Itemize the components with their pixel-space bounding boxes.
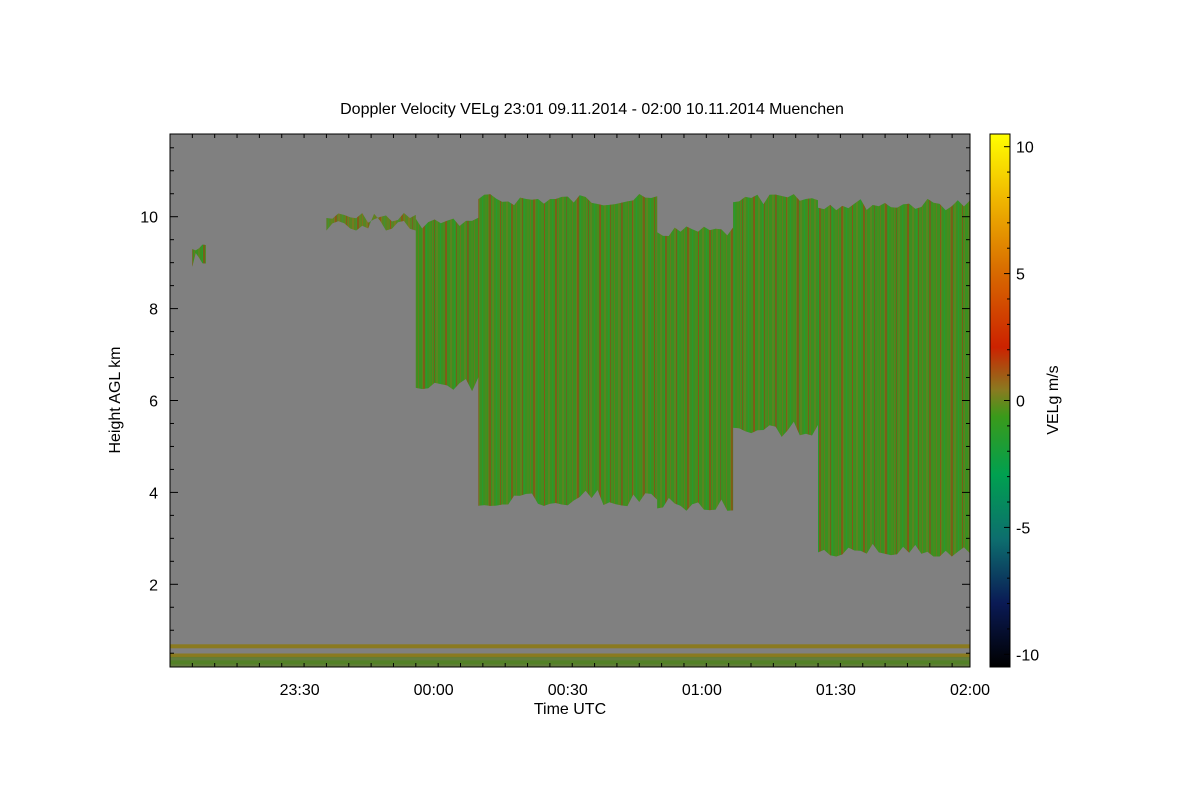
x-axis-label: Time UTC [534,701,606,718]
echo-region-streaks [415,217,479,392]
chart-title: Doppler Velocity VELg 23:01 09.11.2014 -… [340,101,844,118]
colorbar-tick-label: 0 [1016,394,1025,411]
x-tick-label: 00:30 [548,682,588,699]
echo-region-streaks [733,194,818,437]
x-tick-label: 00:00 [414,682,454,699]
y-tick-label: 2 [149,577,158,594]
y-tick-label: 6 [149,394,158,411]
x-tick-label: 23:30 [280,682,320,699]
ground-layer [170,644,970,649]
y-axis-label: Height AGL km [107,346,124,453]
colorbar-tick-label: -5 [1016,520,1030,537]
doppler-velocity-chart: Doppler Velocity VELg 23:01 09.11.2014 -… [107,101,1062,718]
y-tick-label: 4 [149,485,158,502]
colorbar-tick-label: 5 [1016,267,1025,284]
x-tick-label: 01:00 [682,682,722,699]
colorbar-tick-label: -10 [1016,647,1039,664]
y-tick-label: 8 [149,302,158,319]
colorbar-tick-label: 10 [1016,140,1034,157]
chart: Doppler Velocity VELg 23:01 09.11.2014 -… [0,0,1200,800]
colorbar-label: VELg m/s [1045,365,1062,434]
echo-region-streaks [657,226,734,511]
echo-region-streaks [818,198,970,557]
ground-clutter-band [170,656,970,667]
x-tick-label: 01:30 [816,682,856,699]
x-tick-label: 02:00 [950,682,990,699]
echo-region-streaks [478,194,658,507]
y-tick-label: 10 [140,210,158,227]
